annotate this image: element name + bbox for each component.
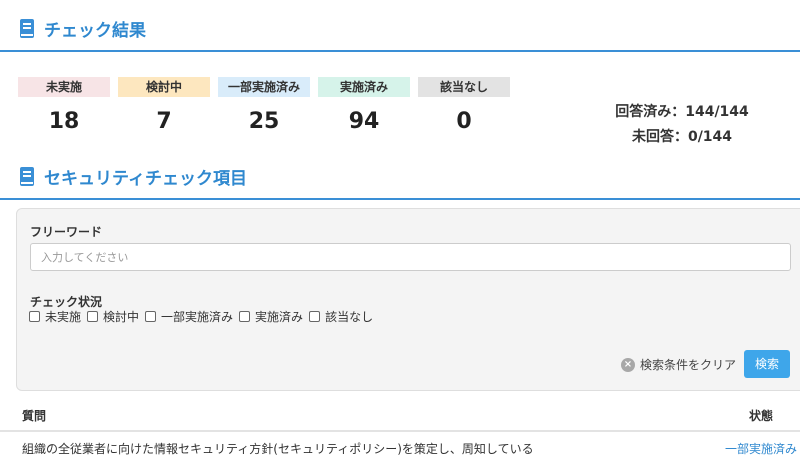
answer-summary: 回答済み：144/144 未回答：0/144 bbox=[602, 100, 762, 150]
status-card-count: 25 bbox=[248, 109, 280, 134]
status-card-count: 94 bbox=[348, 109, 380, 134]
status-card-implemented: 実施済み 94 bbox=[318, 77, 410, 134]
check-status-options: 未実施 検討中 一部実施済み 実施済み 該当なし bbox=[29, 308, 379, 325]
status-card-not-implemented: 未実施 18 bbox=[18, 77, 110, 134]
check-option-under-review[interactable]: 検討中 bbox=[87, 308, 139, 325]
checkbox[interactable] bbox=[239, 311, 251, 322]
clear-conditions-label: 検索条件をクリア bbox=[640, 358, 737, 372]
book-icon bbox=[20, 18, 34, 38]
question-text: 組織の全従業者に向けた情報セキュリティ方針(セキュリティポリシー)を策定し、周知… bbox=[22, 442, 534, 456]
column-header-question: 質問 bbox=[22, 409, 47, 423]
status-link[interactable]: 一部実施済み bbox=[725, 440, 797, 457]
check-option-not-implemented[interactable]: 未実施 bbox=[29, 308, 81, 325]
search-panel: フリーワード チェック状況 未実施 検討中 一部実施済み 実施済み 該当なし ×… bbox=[16, 208, 800, 391]
checkbox[interactable] bbox=[309, 311, 321, 322]
status-card-not-applicable: 該当なし 0 bbox=[418, 77, 510, 134]
check-option-label: 未実施 bbox=[45, 310, 82, 324]
checkbox[interactable] bbox=[87, 311, 99, 322]
status-card-label: 実施済み bbox=[318, 77, 410, 97]
status-card-partially-implemented: 一部実施済み 25 bbox=[218, 77, 310, 134]
clear-conditions-button[interactable]: × 検索条件をクリア bbox=[621, 356, 736, 373]
search-button[interactable]: 検索 bbox=[744, 350, 790, 378]
check-option-label: 検討中 bbox=[103, 310, 140, 324]
check-option-label: 実施済み bbox=[255, 310, 304, 324]
status-card-label: 該当なし bbox=[418, 77, 510, 97]
status-card-label: 検討中 bbox=[118, 77, 210, 97]
freeword-label: フリーワード bbox=[30, 225, 103, 239]
items-section-header: セキュリティチェック項目 bbox=[0, 154, 800, 200]
status-card-under-review: 検討中 7 bbox=[118, 77, 210, 134]
unanswered-count: 未回答：0/144 bbox=[631, 129, 733, 145]
table-row[interactable]: 組織の全従業者に向けた情報セキュリティ方針(セキュリティポリシー)を策定し、周知… bbox=[0, 432, 800, 460]
status-card-count: 0 bbox=[456, 109, 472, 134]
check-option-partially-implemented[interactable]: 一部実施済み bbox=[145, 308, 233, 325]
check-option-not-applicable[interactable]: 該当なし bbox=[309, 308, 373, 325]
items-section-title: セキュリティチェック項目 bbox=[44, 168, 247, 189]
status-card-count: 18 bbox=[48, 109, 80, 134]
status-card-count: 7 bbox=[156, 109, 172, 134]
results-section-header: チェック結果 bbox=[0, 6, 800, 52]
checkbox[interactable] bbox=[29, 311, 40, 322]
freeword-input[interactable] bbox=[30, 243, 791, 271]
status-card-label: 未実施 bbox=[18, 77, 110, 97]
checkbox[interactable] bbox=[145, 311, 157, 322]
status-card-label: 一部実施済み bbox=[218, 77, 310, 97]
book-icon bbox=[20, 166, 34, 186]
answered-count: 回答済み：144/144 bbox=[615, 104, 749, 120]
check-option-implemented[interactable]: 実施済み bbox=[239, 308, 303, 325]
check-option-label: 該当なし bbox=[325, 310, 374, 324]
table-header: 質問 状態 bbox=[0, 400, 800, 432]
clear-x-icon: × bbox=[621, 357, 635, 372]
results-section-title: チェック結果 bbox=[44, 20, 146, 41]
column-header-status: 状態 bbox=[749, 409, 774, 423]
check-option-label: 一部実施済み bbox=[161, 310, 234, 324]
